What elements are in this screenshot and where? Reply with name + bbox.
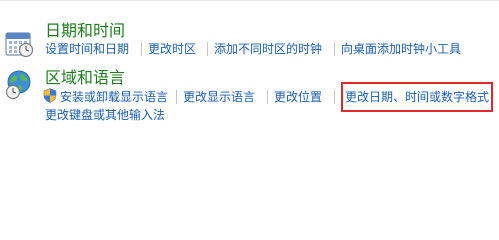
link-separator (267, 90, 268, 104)
highlight-annotation-box (341, 82, 493, 112)
link-separator (334, 42, 335, 56)
globe-clock-icon[interactable] (4, 68, 36, 100)
category-title-region-language[interactable]: 区域和语言 (45, 68, 125, 88)
uac-shield-icon (43, 88, 57, 103)
link-change-display-language[interactable]: 更改显示语言 (183, 89, 255, 105)
link-separator (207, 42, 208, 56)
link-change-keyboard-input[interactable]: 更改键盘或其他输入法 (45, 107, 165, 123)
link-separator (141, 42, 142, 56)
link-install-display-language[interactable]: 安装或卸载显示语言 (60, 89, 168, 105)
link-change-time-zone[interactable]: 更改时区 (148, 41, 196, 57)
link-separator (176, 90, 177, 104)
link-separator (334, 90, 335, 104)
link-change-location[interactable]: 更改位置 (274, 89, 322, 105)
category-title-date-time[interactable]: 日期和时间 (45, 21, 125, 41)
link-add-clocks[interactable]: 添加不同时区的时钟 (214, 41, 322, 57)
link-desktop-clock-gadget[interactable]: 向桌面添加时钟小工具 (341, 41, 461, 57)
top-divider (0, 0, 499, 1)
link-set-time-date[interactable]: 设置时间和日期 (45, 41, 129, 57)
calendar-clock-icon[interactable] (4, 28, 34, 58)
